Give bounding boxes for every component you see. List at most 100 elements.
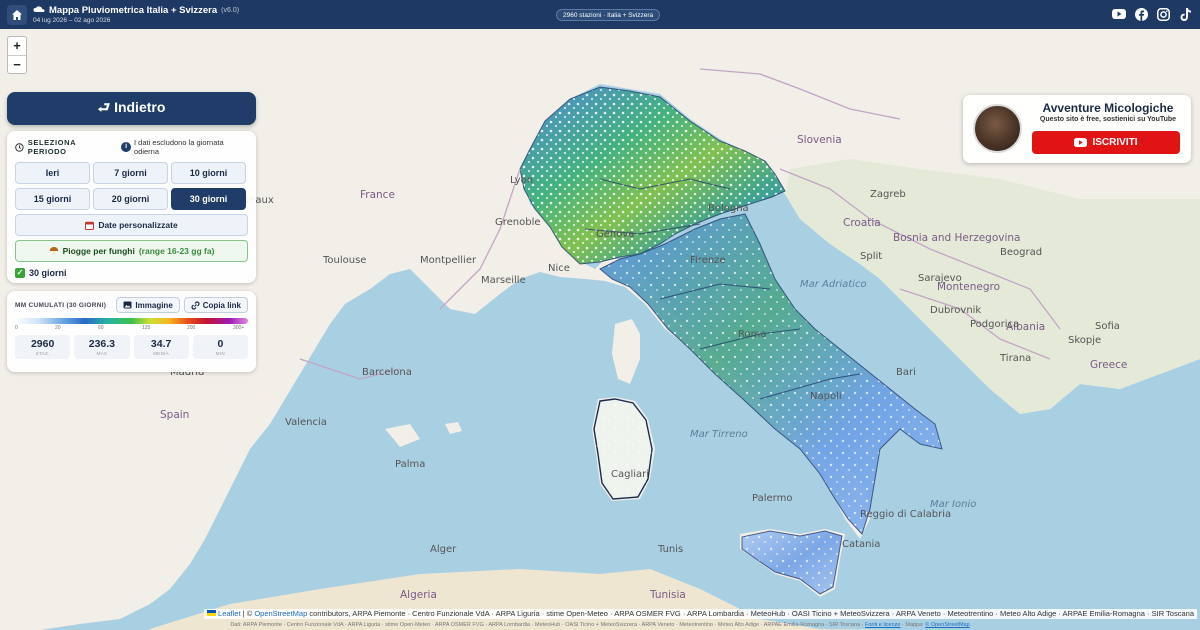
osm-link[interactable]: OpenStreetMap <box>254 609 307 618</box>
label-skopje: Skopje <box>1068 335 1102 346</box>
app-title: Mappa Pluviometrica Italia + Svizzera <box>49 5 218 16</box>
tiktok-icon[interactable] <box>1178 7 1192 21</box>
zoom-control: + − <box>7 36 27 74</box>
date-range: 04 lug 2026 – 02 ago 2026 <box>33 17 111 24</box>
stat-value: 236.3 <box>88 338 116 350</box>
stats-row: 2960 STAZ. 236.3 MAX 34.7 MEDIA 0 MIN <box>15 335 248 359</box>
stat-stations: 2960 STAZ. <box>15 335 71 359</box>
channel-name: Avventure Micologiche <box>1042 101 1174 115</box>
period-options: Ieri 7 giorni 10 giorni 15 giorni 20 gio… <box>15 162 248 210</box>
youtube-play-icon <box>1074 138 1088 147</box>
legend-title: MM CUMULATI (30 GIORNI) <box>15 301 107 309</box>
label-valencia: Valencia <box>285 417 327 428</box>
color-scale-ticks: 0 20 60 125 200 300+ <box>15 324 248 332</box>
attribution-sources: contributors, ARPA Piemonte · Centro Fun… <box>309 609 1194 618</box>
stations-badge: 2960 stazioni · Italia + Svizzera <box>556 9 661 21</box>
scale-tick: 20 <box>55 325 61 331</box>
instagram-icon[interactable] <box>1156 7 1170 21</box>
label-reggio: Reggio di Calabria <box>860 509 952 520</box>
stat-max: 236.3 MAX <box>74 335 130 359</box>
scale-tick: 300+ <box>233 325 245 331</box>
footer-credits: Dati: ARPA Piemonte · Centro Funzionale … <box>0 620 1200 630</box>
label-alger: Alger <box>430 544 457 555</box>
label-tirana: Tirana <box>1000 353 1032 364</box>
label-dubrovnik: Dubrovnik <box>930 305 982 316</box>
cloud-rain-icon <box>33 6 45 12</box>
period-15-button[interactable]: 15 giorni <box>15 188 90 210</box>
youtube-icon[interactable] <box>1112 7 1126 21</box>
label-grenoble: Grenoble <box>495 217 541 228</box>
label-slovenia: Slovenia <box>797 134 842 146</box>
info-icon[interactable]: i <box>121 142 131 152</box>
social-links <box>1112 7 1192 21</box>
label-sea-tirreno: Mar Tirreno <box>690 429 748 440</box>
period-30-button[interactable]: 30 giorni <box>171 188 246 210</box>
top-bar: Mappa Pluviometrica Italia + Svizzera (v… <box>0 0 1200 29</box>
label-firenze: Firenze <box>690 255 726 266</box>
fungi-rain-button[interactable]: Piogge per funghi (range 16-23 gg fa) <box>15 240 248 262</box>
label-greece: Greece <box>1090 359 1128 371</box>
channel-avatar[interactable] <box>973 104 1022 153</box>
link-icon <box>191 300 200 310</box>
stat-key: MAX <box>96 351 108 356</box>
label-spain: Spain <box>160 409 190 421</box>
period-20-button[interactable]: 20 giorni <box>93 188 168 210</box>
stat-key: STAZ. <box>35 351 50 356</box>
label-beograd: Beograd <box>1000 247 1043 258</box>
scale-tick: 60 <box>98 325 104 331</box>
label-napoli: Napoli <box>810 391 842 402</box>
zoom-out-button[interactable]: − <box>8 55 26 73</box>
back-button[interactable]: ⮐ Indietro <box>7 92 256 125</box>
label-croatia: Croatia <box>843 217 881 229</box>
period-note: I dati escludono la giornata odierna <box>133 138 224 156</box>
period-panel: SELEZIONA PERIODO i I dati escludono la … <box>7 131 256 283</box>
period-10-button[interactable]: 10 giorni <box>171 162 246 184</box>
copy-link-button[interactable]: Copia link <box>183 297 248 313</box>
copy-link-label: Copia link <box>202 300 241 310</box>
label-sea-ionio: Mar Ionio <box>930 499 977 510</box>
stat-value: 34.7 <box>150 338 172 350</box>
scale-tick: 125 <box>142 325 151 331</box>
stat-key: MEDIA <box>153 351 169 356</box>
label-split: Split <box>860 251 883 262</box>
label-cagliari: Cagliari <box>611 469 650 480</box>
app-version: (v6.0) <box>221 7 240 14</box>
label-montpellier: Montpellier <box>420 255 477 266</box>
subscribe-button[interactable]: ISCRIVITI <box>1032 131 1180 154</box>
label-palermo: Palermo <box>752 493 793 504</box>
clock-icon <box>15 142 24 152</box>
label-sofia: Sofia <box>1095 321 1120 332</box>
label-tunisia: Tunisia <box>650 589 686 601</box>
stat-mean: 34.7 MEDIA <box>133 335 189 359</box>
channel-tagline: Questo sito è free, sostienici su YouTub… <box>1039 116 1177 123</box>
stat-key: MIN <box>215 351 225 356</box>
label-podgorica: Podgorica <box>970 319 1020 330</box>
label-catania: Catania <box>842 539 881 550</box>
label-marseille: Marseille <box>481 275 526 286</box>
period-7-button[interactable]: 7 giorni <box>93 162 168 184</box>
period-ieri-button[interactable]: Ieri <box>15 162 90 184</box>
leaflet-link[interactable]: Leaflet <box>218 609 241 618</box>
selected-period: ✓ 30 giorni <box>15 268 248 278</box>
legend-panel: MM CUMULATI (30 GIORNI) Immagine Copia l… <box>7 291 256 372</box>
credits-osm-link[interactable]: © OpenStreetMap <box>925 622 969 628</box>
youtube-card: Avventure Micologiche Questo sito è free… <box>963 95 1191 163</box>
sources-licenses-link[interactable]: Fonti e licenze <box>865 622 900 628</box>
image-export-button[interactable]: Immagine <box>116 297 180 313</box>
zoom-in-button[interactable]: + <box>8 37 26 55</box>
label-sea-adriatico: Mar Adriatico <box>800 279 867 290</box>
map-attribution: Leaflet | © OpenStreetMap contributors, … <box>203 609 1197 619</box>
label-palma: Palma <box>395 459 426 470</box>
facebook-icon[interactable] <box>1134 7 1148 21</box>
label-algeria: Algeria <box>400 589 437 601</box>
image-icon <box>123 301 132 309</box>
label-zagreb: Zagreb <box>870 189 906 200</box>
fungi-rain-label: Piogge per funghi <box>62 246 135 256</box>
home-button[interactable] <box>7 4 27 25</box>
label-roma: Roma <box>738 329 767 340</box>
label-tunis: Tunis <box>658 544 684 555</box>
stat-value: 2960 <box>30 338 55 350</box>
selected-period-label: 30 giorni <box>29 268 67 278</box>
custom-dates-button[interactable]: Date personalizzate <box>15 214 248 236</box>
label-bari: Bari <box>896 367 916 378</box>
